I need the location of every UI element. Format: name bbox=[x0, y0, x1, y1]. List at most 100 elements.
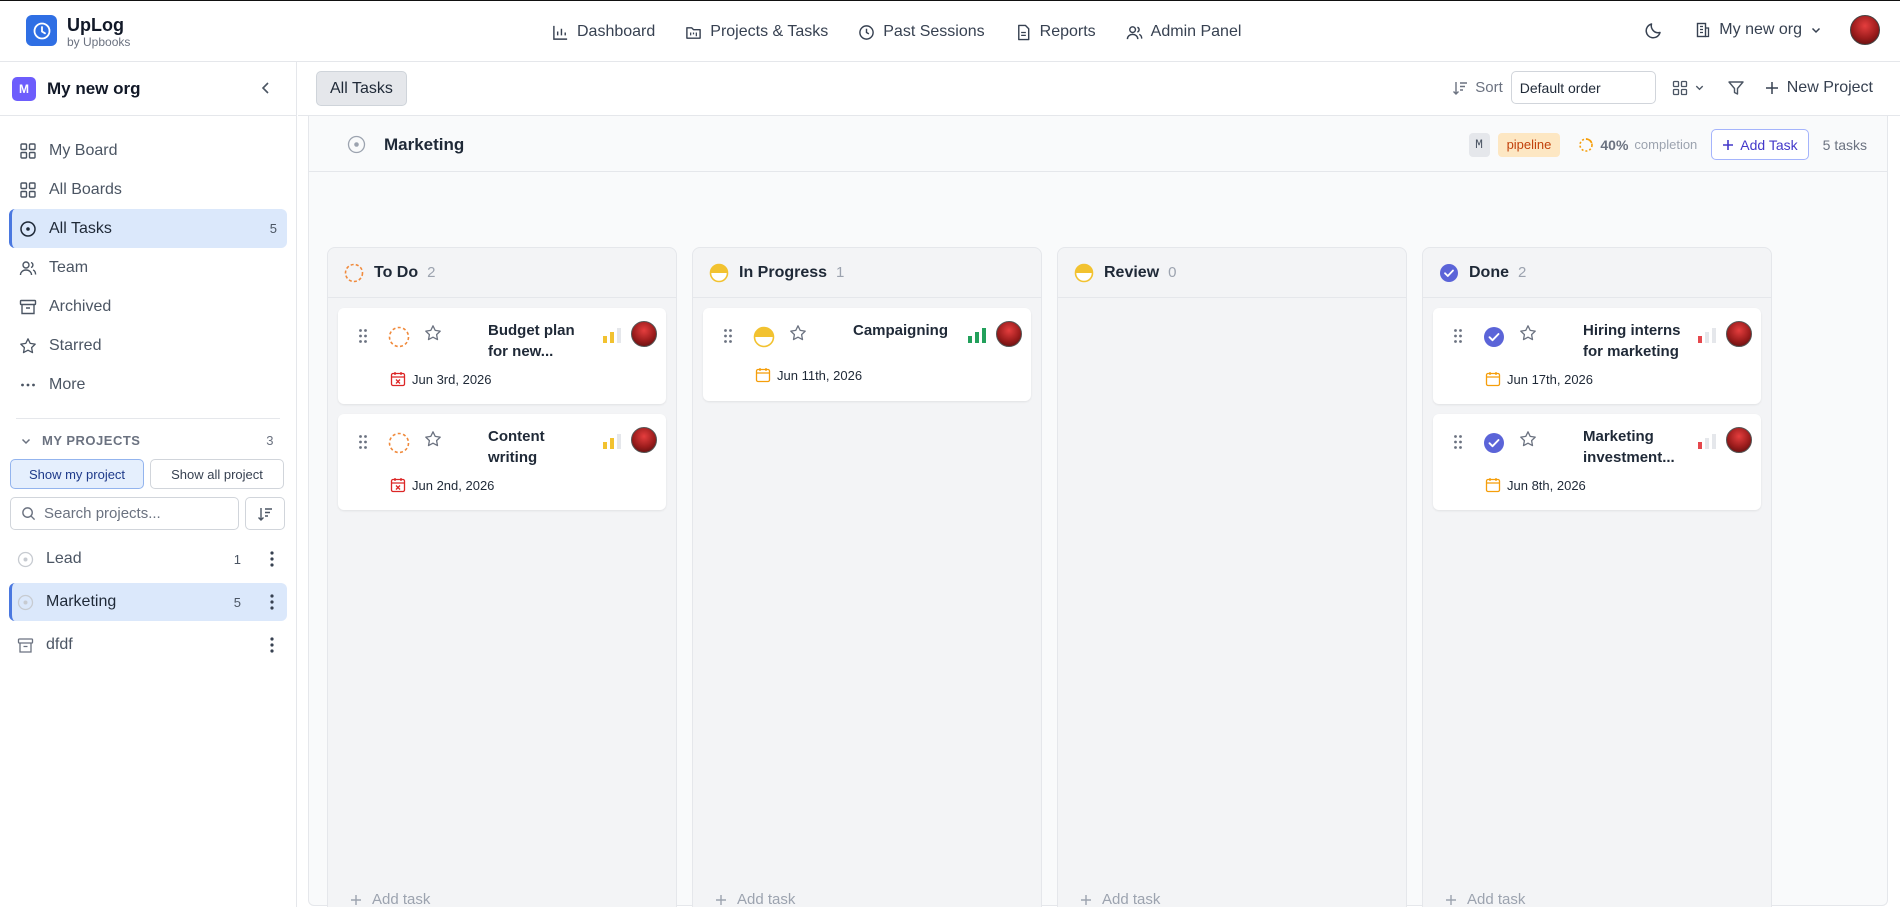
due-date-text: Jun 11th, 2026 bbox=[777, 367, 863, 383]
project-search-box bbox=[10, 497, 239, 530]
priority-medium-icon bbox=[603, 434, 621, 449]
assignee-avatar[interactable] bbox=[996, 321, 1022, 347]
star-icon[interactable] bbox=[424, 430, 442, 448]
calendar-icon bbox=[1485, 372, 1501, 387]
org-name: My new org bbox=[47, 78, 141, 98]
task-title: Hiring interns for marketing bbox=[1583, 322, 1681, 360]
chevron-left-icon[interactable] bbox=[258, 80, 274, 96]
clock-logo-icon bbox=[33, 22, 50, 39]
todo-status-icon[interactable] bbox=[388, 432, 410, 454]
view-switcher[interactable] bbox=[1672, 80, 1705, 96]
due-date: Jun 17th, 2026 bbox=[1485, 371, 1593, 387]
drag-handle-icon[interactable] bbox=[358, 328, 368, 344]
sidebar-item-all-tasks[interactable]: All Tasks 5 bbox=[9, 209, 287, 248]
more-vertical-icon[interactable] bbox=[269, 636, 275, 654]
project-filter-toggle: Show my project Show all project bbox=[0, 448, 296, 489]
task-card[interactable]: Budget plan for new... Jun 3rd, 2026 bbox=[338, 308, 666, 404]
nav-projects-tasks[interactable]: Projects & Tasks bbox=[685, 21, 828, 43]
bar-chart-icon bbox=[553, 25, 568, 40]
nav-admin-panel[interactable]: Admin Panel bbox=[1126, 21, 1241, 43]
add-task-row[interactable]: Add task bbox=[1445, 891, 1525, 907]
project-dot-icon bbox=[17, 551, 34, 567]
add-task-row[interactable]: Add task bbox=[715, 891, 795, 907]
chevron-down-icon bbox=[21, 438, 31, 444]
star-icon bbox=[20, 337, 36, 353]
add-task-button[interactable]: Add Task bbox=[1711, 129, 1809, 160]
sort-select[interactable]: Default order bbox=[1510, 71, 1656, 104]
search-projects-input[interactable] bbox=[44, 505, 224, 522]
drag-handle-icon[interactable] bbox=[723, 328, 733, 344]
add-task-row[interactable]: Add task bbox=[350, 891, 430, 907]
nav-past-sessions[interactable]: Past Sessions bbox=[858, 21, 985, 43]
sort-icon bbox=[1453, 81, 1468, 95]
task-card[interactable]: Hiring interns for marketing Jun 17th, 2… bbox=[1433, 308, 1761, 404]
star-icon[interactable] bbox=[424, 324, 442, 342]
star-icon[interactable] bbox=[1519, 324, 1537, 342]
moon-icon[interactable] bbox=[1643, 19, 1665, 41]
add-task-row[interactable]: Add task bbox=[1080, 891, 1160, 907]
assignee-avatar[interactable] bbox=[1726, 427, 1752, 453]
sidebar-item-all-boards[interactable]: All Boards bbox=[9, 170, 287, 209]
app-name: UpLog bbox=[67, 15, 124, 35]
sidebar-item-more[interactable]: More bbox=[9, 365, 287, 404]
drag-handle-icon[interactable] bbox=[1453, 434, 1463, 450]
sidebar-menu: My Board All Boards All Tasks 5 Team Arc… bbox=[0, 116, 296, 404]
assignee-avatar[interactable] bbox=[631, 427, 657, 453]
calendar-icon bbox=[1485, 478, 1501, 493]
more-vertical-icon[interactable] bbox=[269, 593, 275, 611]
sidebar-item-starred[interactable]: Starred bbox=[9, 326, 287, 365]
assignee-avatar[interactable] bbox=[1726, 321, 1752, 347]
user-avatar[interactable] bbox=[1850, 15, 1880, 45]
drag-handle-icon[interactable] bbox=[1453, 328, 1463, 344]
done-status-icon[interactable] bbox=[1483, 326, 1505, 348]
org-badge: M bbox=[12, 76, 36, 101]
project-sort-button[interactable] bbox=[245, 497, 285, 530]
drag-handle-icon[interactable] bbox=[358, 434, 368, 450]
brand[interactable]: UpLog by Upbooks bbox=[67, 15, 130, 49]
project-item-marketing[interactable]: Marketing 5 bbox=[9, 583, 287, 621]
chevron-down-icon bbox=[1811, 27, 1821, 34]
task-card[interactable]: Content writing Jun 2nd, 2026 bbox=[338, 414, 666, 510]
more-vertical-icon[interactable] bbox=[269, 550, 275, 568]
add-task-text: Add task bbox=[372, 891, 431, 907]
nav-reports[interactable]: Reports bbox=[1015, 21, 1096, 43]
show-all-project-button[interactable]: Show all project bbox=[150, 459, 284, 489]
task-card[interactable]: Campaigning Jun 11th, 2026 bbox=[703, 308, 1031, 401]
sidebar-item-archived[interactable]: Archived bbox=[9, 287, 287, 326]
task-card[interactable]: Marketing investment... Jun 8th, 2026 bbox=[1433, 414, 1761, 510]
column-done: Done 2 Hiring interns for marketing Jun … bbox=[1422, 247, 1772, 907]
done-status-icon[interactable] bbox=[1483, 432, 1505, 454]
new-project-button[interactable]: New Project bbox=[1765, 79, 1873, 97]
more-horizontal-icon bbox=[21, 383, 35, 386]
plus-icon bbox=[716, 894, 726, 905]
due-date: Jun 11th, 2026 bbox=[755, 367, 862, 383]
in-progress-status-icon bbox=[709, 263, 729, 282]
file-text-icon bbox=[1017, 24, 1030, 40]
column-title: Done bbox=[1469, 263, 1509, 281]
sidebar: M My new org My Board All Boards All Tas… bbox=[0, 62, 297, 907]
assignee-avatar[interactable] bbox=[631, 321, 657, 347]
project-item-dfdf[interactable]: dfdf bbox=[9, 626, 287, 664]
sidebar-item-my-board[interactable]: My Board bbox=[9, 131, 287, 170]
users-icon bbox=[19, 260, 37, 275]
org-switcher[interactable]: My new org bbox=[1695, 21, 1822, 39]
task-title: Marketing investment... bbox=[1583, 428, 1675, 466]
todo-status-icon[interactable] bbox=[388, 326, 410, 348]
nav-dashboard[interactable]: Dashboard bbox=[552, 21, 655, 43]
calendar-overdue-icon bbox=[390, 478, 406, 493]
filter-icon[interactable] bbox=[1727, 79, 1745, 97]
due-date-text: Jun 3rd, 2026 bbox=[412, 371, 492, 387]
tab-all-tasks[interactable]: All Tasks bbox=[316, 71, 407, 106]
star-icon[interactable] bbox=[789, 324, 807, 342]
sort-icon bbox=[258, 507, 272, 521]
in-progress-status-icon[interactable] bbox=[753, 326, 775, 348]
star-icon[interactable] bbox=[1519, 430, 1537, 448]
project-item-lead[interactable]: Lead 1 bbox=[9, 540, 287, 578]
task-title: Budget plan for new... bbox=[488, 322, 575, 360]
app-logo[interactable] bbox=[26, 15, 57, 46]
column-header: Review 0 bbox=[1058, 248, 1406, 298]
sidebar-item-team[interactable]: Team bbox=[9, 248, 287, 287]
my-projects-header[interactable]: MY PROJECTS 3 bbox=[0, 419, 296, 448]
show-my-project-button[interactable]: Show my project bbox=[10, 459, 144, 489]
sidebar-item-label: My Board bbox=[49, 141, 118, 159]
